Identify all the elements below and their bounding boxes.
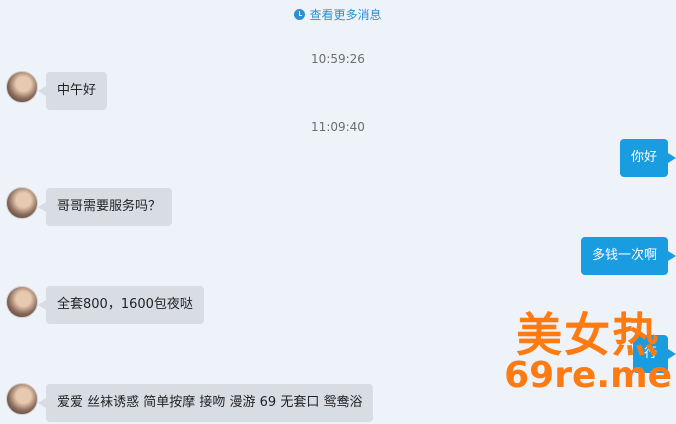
outgoing-message: 多钱一次啊 (580, 237, 676, 275)
incoming-message: 全套800，1600包夜哒 (38, 286, 204, 324)
timestamp: 11:09:40 (311, 120, 365, 134)
outgoing-message: 你好 (619, 139, 676, 177)
avatar[interactable] (6, 71, 38, 103)
load-more-label: 查看更多消息 (309, 8, 382, 22)
clock-icon (294, 9, 306, 20)
incoming-message: 哥哥需要服务吗？ (37, 188, 173, 226)
avatar[interactable] (6, 383, 38, 415)
watermark: 美女热 69re.me (504, 312, 672, 394)
incoming-message: 中午好 (37, 72, 108, 110)
incoming-message: 爱爱 丝袜诱惑 简单按摩 接吻 漫游 69 无套口 鸳鸯浴 (37, 384, 374, 422)
avatar[interactable] (6, 187, 38, 219)
watermark-line2: 69re.me (504, 355, 672, 396)
avatar[interactable] (6, 286, 38, 318)
watermark-line1: 美女热 (516, 308, 661, 362)
timestamp: 10:59:26 (311, 52, 365, 66)
load-more-link[interactable]: 查看更多消息 (0, 6, 676, 23)
